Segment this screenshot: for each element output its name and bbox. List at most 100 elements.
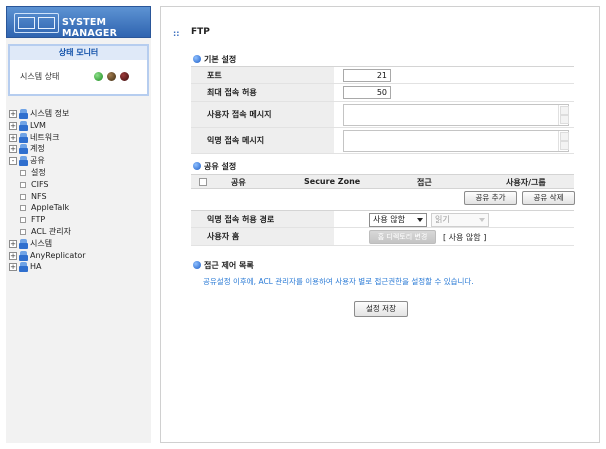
- status-amber-led-icon: [107, 72, 116, 81]
- tree-item-appletalk[interactable]: AppleTalk: [9, 202, 149, 214]
- expand-icon[interactable]: +: [9, 121, 17, 130]
- basic-settings-heading: 기본 설정: [193, 54, 236, 65]
- port-input[interactable]: 21: [343, 69, 391, 82]
- share-settings-heading: 공유 설정: [193, 161, 236, 172]
- folder-icon: [19, 262, 28, 273]
- col-access: 접근: [417, 178, 432, 187]
- user-home-row: 사용자 홈 홈 디렉토리 변경 [ 사용 않함 ]: [191, 228, 574, 246]
- delete-share-button[interactable]: 공유 삭제: [522, 191, 575, 205]
- save-settings-button[interactable]: 설정 저장: [354, 301, 408, 317]
- folder-icon: [19, 250, 28, 261]
- port-row: 포트 21: [191, 66, 574, 84]
- tree-item-anyreplicator[interactable]: + AnyReplicator: [9, 250, 149, 262]
- tree-item-acl-manager[interactable]: ACL 관리자: [9, 226, 149, 238]
- status-monitor-title: 상태 모니터: [10, 46, 147, 60]
- max-connections-input[interactable]: 50: [343, 86, 391, 99]
- section-bullet-icon: [193, 55, 201, 63]
- anon-message-label: 익명 접속 메시지: [191, 128, 334, 153]
- anon-path-label: 익명 접속 허용 경로: [191, 211, 334, 227]
- select-value: 읽기: [435, 215, 450, 224]
- title-bullet-icon: ::: [173, 29, 180, 38]
- acl-heading: 접근 제어 목록: [193, 260, 254, 271]
- tree-item-label: 설정: [31, 167, 46, 177]
- anon-path-row: 익명 접속 허용 경로 사용 않함 읽기: [191, 210, 574, 228]
- tree-item-label: AnyReplicator: [30, 250, 86, 260]
- app-logo: SYSTEM MANAGER: [6, 6, 151, 39]
- col-share: 공유: [231, 178, 246, 187]
- anon-permission-select[interactable]: 읽기: [431, 213, 489, 227]
- folder-icon: [19, 144, 28, 155]
- tree-item-label: CIFS: [31, 179, 49, 189]
- tree-item-label: FTP: [31, 215, 46, 225]
- folder-icon: [19, 109, 28, 119]
- tree-item-label: NFS: [31, 191, 47, 201]
- add-share-button[interactable]: 공유 추가: [464, 191, 517, 205]
- tree-item-network[interactable]: + 네트워크: [9, 132, 149, 144]
- tree-item-label: 시스템 정보: [30, 109, 70, 118]
- status-red-led-icon: [120, 72, 129, 81]
- page-icon: [20, 205, 26, 212]
- collapse-icon[interactable]: -: [9, 157, 17, 166]
- folder-icon: [19, 238, 28, 249]
- status-monitor: 상태 모니터 시스템 상태: [8, 44, 149, 96]
- page-icon: [20, 169, 26, 176]
- tree-item-account[interactable]: + 계정: [9, 143, 149, 155]
- folder-icon: [19, 156, 28, 167]
- folder-icon: [19, 132, 28, 143]
- tree-item-label: HA: [30, 262, 42, 272]
- tree-item-label: 시스템: [30, 238, 53, 248]
- tree-item-share-settings[interactable]: 설정: [9, 167, 149, 179]
- page-icon: [20, 181, 26, 188]
- tree-item-ftp[interactable]: FTP: [9, 214, 149, 226]
- tree-item-system-info[interactable]: + 시스템 정보: [9, 108, 149, 120]
- select-value: 사용 않함: [373, 215, 405, 224]
- page-icon: [20, 217, 26, 224]
- system-status-label: 시스템 상태: [20, 72, 60, 81]
- sidebar: SYSTEM MANAGER 상태 모니터 시스템 상태 + 시스템 정보 + …: [6, 6, 151, 443]
- user-message-label: 사용자 접속 메시지: [191, 102, 334, 127]
- expand-icon[interactable]: +: [9, 110, 17, 118]
- tree-item-cifs[interactable]: CIFS: [9, 179, 149, 191]
- tree-item-label: ACL 관리자: [31, 226, 71, 236]
- expand-icon[interactable]: +: [9, 133, 17, 142]
- user-message-row: 사용자 접속 메시지: [191, 102, 574, 128]
- tree-item-nfs[interactable]: NFS: [9, 191, 149, 203]
- expand-icon[interactable]: +: [9, 263, 17, 272]
- page-icon: [20, 228, 26, 235]
- select-all-checkbox[interactable]: [199, 178, 207, 186]
- scrollbar[interactable]: [558, 131, 569, 151]
- section-heading-text: 기본 설정: [204, 55, 237, 64]
- change-home-button[interactable]: 홈 디렉토리 변경: [369, 230, 436, 244]
- max-connections-row: 최대 접속 허용 50: [191, 84, 574, 102]
- folder-icon: [19, 120, 28, 131]
- section-heading-text: 공유 설정: [204, 162, 237, 171]
- home-status-text: [ 사용 않함 ]: [443, 233, 487, 242]
- tree-item-lvm[interactable]: + LVM: [9, 120, 149, 132]
- max-connections-label: 최대 접속 허용: [191, 84, 334, 101]
- logo-icon: [14, 13, 59, 33]
- expand-icon[interactable]: +: [9, 251, 17, 260]
- tree-item-label: LVM: [30, 120, 46, 130]
- expand-icon[interactable]: +: [9, 145, 17, 154]
- tree-item-label: AppleTalk: [31, 203, 70, 213]
- anon-message-textarea[interactable]: [343, 130, 569, 152]
- anon-path-select[interactable]: 사용 않함: [369, 213, 427, 227]
- port-label: 포트: [191, 67, 334, 83]
- tree-item-ha[interactable]: + HA: [9, 261, 149, 273]
- anon-message-row: 익명 접속 메시지: [191, 128, 574, 154]
- section-bullet-icon: [193, 162, 201, 170]
- tree-item-system[interactable]: + 시스템: [9, 238, 149, 250]
- acl-description: 공유설정 이후에, ACL 관리자를 이용하여 사용자 별로 접근권한을 설정할…: [203, 277, 474, 286]
- tree-item-label: 네트워크: [30, 132, 60, 142]
- section-bullet-icon: [193, 261, 201, 269]
- scrollbar[interactable]: [558, 105, 569, 125]
- tree-item-label: 공유: [30, 156, 45, 166]
- user-message-textarea[interactable]: [343, 104, 569, 126]
- nav-tree: + 시스템 정보 + LVM + 네트워크 + 계정 - 공유 설정 CIFS …: [9, 108, 149, 273]
- tree-item-label: 계정: [30, 144, 45, 154]
- expand-icon[interactable]: +: [9, 239, 17, 248]
- tree-item-share[interactable]: - 공유: [9, 155, 149, 167]
- page-title: FTP: [191, 27, 210, 37]
- logo-text: SYSTEM MANAGER: [62, 17, 118, 39]
- col-user-group: 사용자/그룹: [506, 178, 546, 187]
